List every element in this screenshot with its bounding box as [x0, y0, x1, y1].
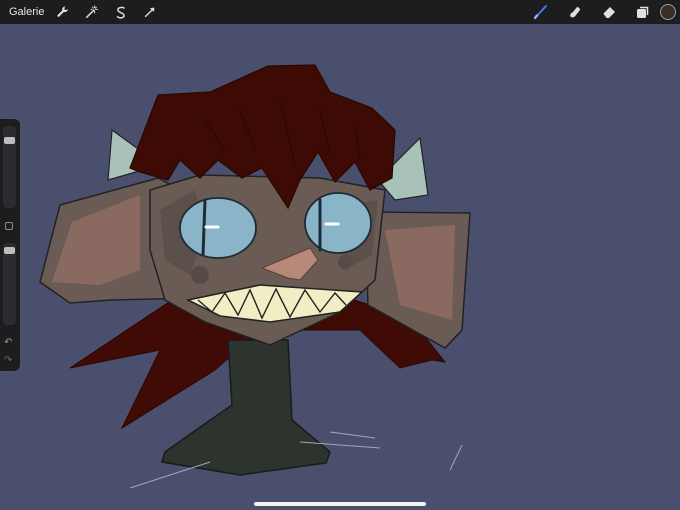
smudge-icon[interactable] [558, 0, 592, 24]
brush-icon[interactable] [524, 0, 558, 24]
layers-icon[interactable] [626, 0, 660, 24]
color-picker-swatch[interactable] [660, 4, 676, 20]
transform-icon[interactable] [139, 1, 161, 23]
cheek-blush-right [338, 255, 352, 269]
drawing-canvas[interactable] [0, 24, 680, 510]
magic-wand-icon[interactable] [81, 1, 103, 23]
cheek-blush-left [191, 266, 209, 284]
top-toolbar: Galerie [0, 0, 680, 24]
gallery-button[interactable]: Galerie [9, 6, 44, 18]
home-indicator[interactable] [254, 502, 426, 506]
eraser-icon[interactable] [592, 0, 626, 24]
wrench-icon[interactable] [52, 1, 74, 23]
selection-icon[interactable] [110, 1, 132, 23]
right-tools [524, 0, 680, 24]
